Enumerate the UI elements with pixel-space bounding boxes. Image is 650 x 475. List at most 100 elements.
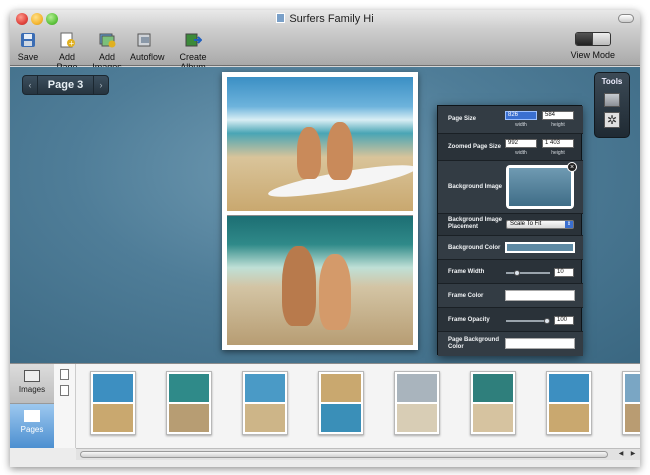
autoflow-icon (134, 30, 156, 50)
page-thumbnail[interactable] (90, 371, 136, 435)
inspector-panel: Page Size 826 584 width height Zoomed Pa… (437, 105, 583, 356)
page-thumbnail-image (625, 374, 640, 432)
horizontal-scrollbar[interactable]: ◀ ▶ (76, 448, 640, 460)
scroll-right-icon[interactable]: ▶ (628, 450, 638, 459)
create-album-button[interactable]: Create Album (170, 30, 216, 72)
page-thumbnail-image (397, 374, 437, 432)
zoomed-page-size-row: Zoomed Page Size 992 1 403 width height (438, 134, 583, 161)
select-chevron-icon: ⇕ (565, 221, 573, 228)
pages-tab[interactable]: Pages (10, 404, 54, 448)
page-thumbnail-image (321, 374, 361, 432)
page-thumbnail[interactable] (242, 371, 288, 435)
page-thumbnail[interactable] (318, 371, 364, 435)
page-thumbnail[interactable] (546, 371, 592, 435)
images-tab[interactable]: Images (10, 364, 54, 404)
person-figure (327, 122, 353, 180)
current-page-label: Page 3 (37, 76, 94, 94)
frame-opacity-slider[interactable] (506, 318, 550, 324)
tools-title: Tools (601, 77, 623, 86)
pages-tab-label: Pages (20, 425, 44, 434)
page-thumbnail-image (473, 374, 513, 432)
photo-couple-beach[interactable] (227, 215, 413, 345)
add-images-button[interactable]: Add Images (86, 30, 128, 72)
frame-opacity-slider-knob[interactable] (544, 318, 550, 324)
frame-width-input[interactable]: 10 (554, 268, 574, 277)
view-mode-label: View Mode (570, 50, 615, 60)
background-image-row: Background Image × (438, 161, 583, 214)
person-figure (319, 254, 351, 330)
remove-background-image-icon[interactable]: × (567, 162, 577, 172)
images-icon (24, 370, 40, 382)
editor-canvas: ‹ Page 3 › Tools ✲ Page Size 826 584 wid… (10, 67, 640, 363)
add-page-button[interactable]: + Add Page (50, 30, 84, 72)
page-size-label: Page Size (448, 116, 477, 122)
single-page-icon[interactable] (60, 369, 69, 380)
settings-tool-icon[interactable]: ✲ (604, 112, 620, 128)
window-title-text: Surfers Family Hi (289, 13, 374, 25)
zoomed-width-input[interactable]: 992 (505, 139, 537, 148)
page-background-color-well[interactable] (505, 338, 575, 349)
page-background-color-label: Page Background Color (448, 337, 500, 350)
frame-color-well[interactable] (505, 290, 575, 301)
frame-opacity-input[interactable]: 100 (554, 316, 574, 325)
page-thumbnail[interactable] (166, 371, 212, 435)
title-bar: Surfers Family Hi (10, 10, 640, 28)
page-thumbnail-image (93, 374, 133, 432)
placement-value: Scale To Fit (510, 221, 542, 227)
previous-page-button[interactable]: ‹ (23, 80, 37, 90)
toolbar: Save + Add Page Add Images Autoflow Crea… (10, 28, 640, 72)
background-image-placement-select[interactable]: Scale To Fit ⇕ (506, 220, 574, 229)
next-page-button[interactable]: › (94, 80, 108, 90)
save-button[interactable]: Save (16, 30, 40, 62)
zoomed-width-caption: width (515, 150, 527, 156)
zoomed-height-caption: height (551, 150, 565, 156)
frame-width-row: Frame Width 10 (438, 260, 583, 284)
background-image-placement-label: Background Image Placement (448, 217, 503, 230)
zoomed-height-input[interactable]: 1 403 (542, 139, 574, 148)
background-image-well[interactable]: × (506, 162, 577, 209)
frame-color-row: Frame Color (438, 284, 583, 308)
page-thumbnail-image (169, 374, 209, 432)
autoflow-label: Autoflow (130, 52, 165, 62)
page-width-input[interactable]: 826 (505, 111, 537, 120)
background-image-label: Background Image (448, 184, 503, 190)
page-thumbnail[interactable] (394, 371, 440, 435)
images-tab-label: Images (18, 385, 46, 394)
album-page[interactable] (222, 72, 418, 350)
page-thumbnail[interactable] (470, 371, 516, 435)
page-thumbnail[interactable] (622, 371, 640, 435)
photo-couple-surfboard[interactable] (227, 77, 413, 211)
pages-icon (24, 410, 40, 422)
double-page-icon[interactable] (60, 385, 69, 396)
background-image-preview (509, 168, 571, 206)
frame-opacity-label: Frame Opacity (448, 317, 490, 323)
view-mode-segmented-icon[interactable] (574, 32, 611, 46)
app-window: Surfers Family Hi Save + Add Page Add Im… (10, 10, 640, 467)
frame-width-slider-knob[interactable] (513, 270, 520, 276)
scroll-left-icon[interactable]: ◀ (616, 450, 626, 459)
frame-width-label: Frame Width (448, 269, 485, 275)
page-navigator: ‹ Page 3 › (22, 75, 109, 95)
page-height-caption: height (551, 122, 565, 128)
save-label: Save (17, 52, 39, 62)
person-figure (282, 246, 316, 326)
frame-width-slider[interactable] (506, 270, 550, 276)
tools-palette: Tools ✲ (594, 72, 630, 138)
person-figure (297, 127, 321, 179)
page-thumbnail-image (549, 374, 589, 432)
background-color-well[interactable] (505, 242, 575, 253)
zoomed-page-size-label: Zoomed Page Size (448, 144, 502, 150)
toolbar-toggle-button[interactable] (618, 14, 634, 23)
page-background-color-row: Page Background Color (438, 332, 583, 356)
create-album-icon (182, 30, 204, 50)
view-mode-control[interactable]: View Mode (571, 30, 615, 60)
background-color-label: Background Color (448, 245, 501, 251)
layout-tool-icon[interactable] (604, 93, 620, 107)
window-title: Surfers Family Hi (10, 13, 640, 25)
page-height-input[interactable]: 584 (542, 111, 574, 120)
page-thumbnail-image (245, 374, 285, 432)
autoflow-button[interactable]: Autoflow (130, 30, 165, 62)
page-size-row: Page Size 826 584 width height (438, 106, 583, 134)
background-image-placement-row: Background Image Placement Scale To Fit ⇕ (438, 214, 583, 236)
scrollbar-thumb[interactable] (80, 451, 608, 458)
